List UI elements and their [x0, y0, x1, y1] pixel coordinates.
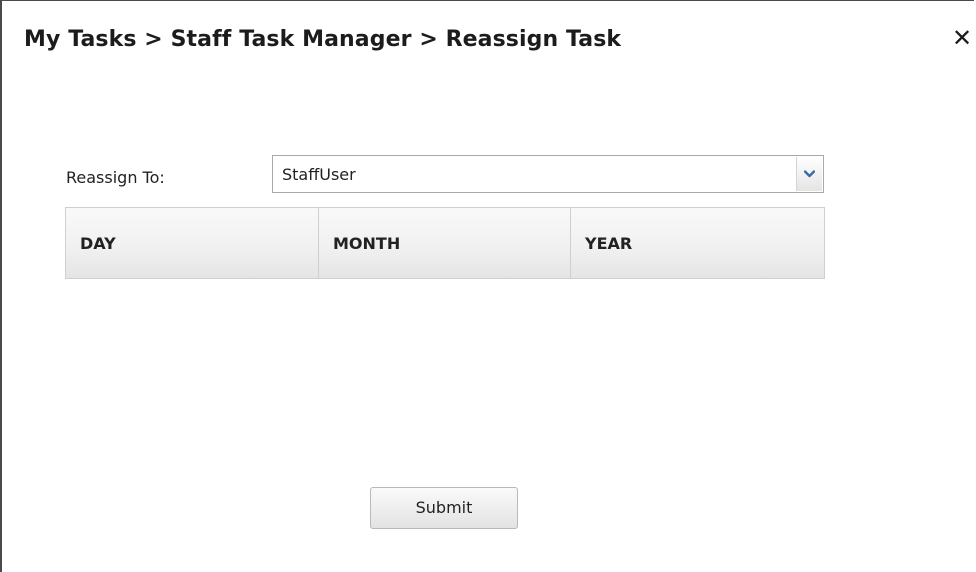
close-button[interactable]: ✕: [950, 23, 974, 53]
reassign-to-value: StaffUser: [282, 165, 356, 184]
breadcrumb: My Tasks > Staff Task Manager > Reassign…: [24, 27, 622, 52]
column-header-label: DAY: [80, 234, 116, 253]
reassign-to-select[interactable]: StaffUser: [272, 155, 824, 193]
submit-button[interactable]: Submit: [370, 487, 518, 529]
reassign-task-dialog: My Tasks > Staff Task Manager > Reassign…: [0, 0, 974, 572]
date-grid-header: DAY MONTH YEAR: [65, 207, 825, 279]
reassign-to-label: Reassign To:: [66, 168, 165, 187]
column-header-label: MONTH: [333, 234, 401, 253]
dropdown-arrow-button[interactable]: [796, 157, 822, 191]
column-header-label: YEAR: [585, 234, 633, 253]
close-icon: ✕: [951, 24, 973, 52]
column-header-day[interactable]: DAY: [66, 208, 319, 278]
column-header-year[interactable]: YEAR: [571, 208, 824, 278]
chevron-down-icon: [804, 170, 815, 178]
column-header-month[interactable]: MONTH: [319, 208, 571, 278]
